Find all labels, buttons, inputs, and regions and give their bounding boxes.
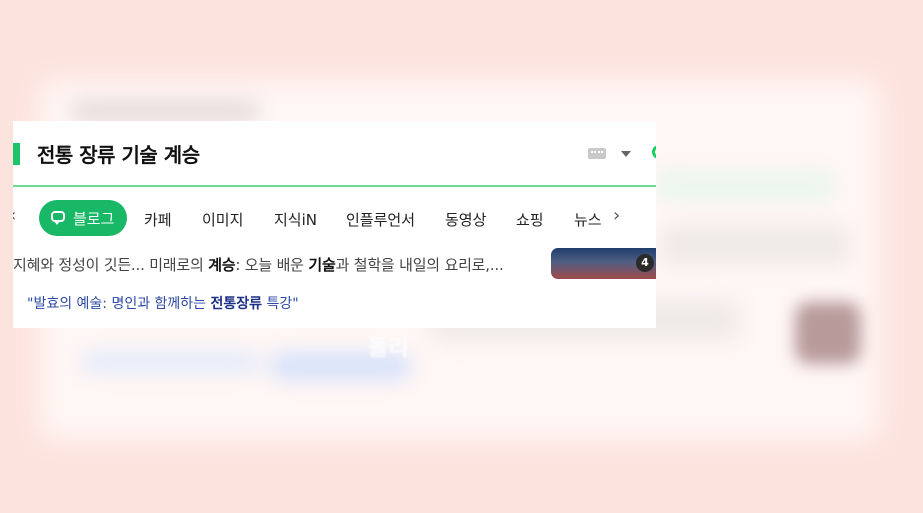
- tab-video[interactable]: 동영상: [445, 209, 486, 230]
- tab-blog[interactable]: 블로그: [39, 200, 127, 236]
- snippet-text: 과 철학을 내일의 요리로,...: [335, 256, 504, 274]
- snippet-text: 지혜와 정성이 깃든... 미래로의: [13, 256, 209, 274]
- blurred-link: [80, 350, 260, 374]
- image-count-badge: 4: [636, 254, 654, 272]
- chevron-right-icon[interactable]: ›: [613, 205, 620, 226]
- blurred-title: [70, 100, 260, 122]
- tab-kin[interactable]: 지식iN: [274, 209, 317, 230]
- search-bar[interactable]: 전통 장류 기술 계승: [13, 121, 656, 187]
- chevron-down-icon[interactable]: [621, 151, 631, 157]
- search-accent-bar: [13, 143, 20, 165]
- tab-image[interactable]: 이미지: [202, 209, 243, 230]
- green-circle-icon[interactable]: [652, 145, 656, 159]
- tab-news[interactable]: 뉴스: [574, 209, 602, 230]
- suggestion-highlight: 전통장류: [210, 296, 263, 312]
- chevron-left-icon[interactable]: ‹: [13, 205, 16, 226]
- suggestion-text: "발효의 예술: 명인과 함께하는: [27, 296, 211, 312]
- snippet-highlight: 기술: [308, 256, 336, 274]
- search-query-text[interactable]: 전통 장류 기술 계승: [37, 139, 200, 168]
- snippet-highlight: 계승: [208, 256, 236, 274]
- tab-shopping[interactable]: 쇼핑: [516, 209, 544, 230]
- related-suggestion-link[interactable]: "발효의 예술: 명인과 함께하는 전통장류 특강": [27, 293, 299, 313]
- blurred-green-bar: [655, 170, 835, 200]
- blurred-thumbnail: [795, 302, 861, 364]
- snippet-text: : 오늘 배운: [235, 256, 309, 274]
- blurred-row: [660, 225, 850, 265]
- blog-speech-icon: [51, 211, 65, 225]
- tab-influencer[interactable]: 인플루언서: [346, 209, 415, 230]
- search-results-panel: 전통 장류 기술 계승 ‹ 블로그 카페 이미지 지식iN 인플루언서 동영상 …: [13, 121, 656, 328]
- tab-label: 블로그: [73, 210, 115, 228]
- result-snippet[interactable]: 지혜와 정성이 깃든... 미래로의 계승: 오늘 배운 기술과 철학을 내일의…: [13, 254, 504, 275]
- blurred-background-text: 돌리: [368, 336, 409, 361]
- keyboard-icon[interactable]: [588, 148, 606, 159]
- tab-cafe[interactable]: 카페: [144, 209, 172, 230]
- suggestion-text: 특강": [262, 296, 299, 312]
- search-tabs: ‹ 블로그 카페 이미지 지식iN 인플루언서 동영상 쇼핑 뉴스 ›: [13, 187, 656, 243]
- result-thumbnail[interactable]: 4: [551, 248, 656, 279]
